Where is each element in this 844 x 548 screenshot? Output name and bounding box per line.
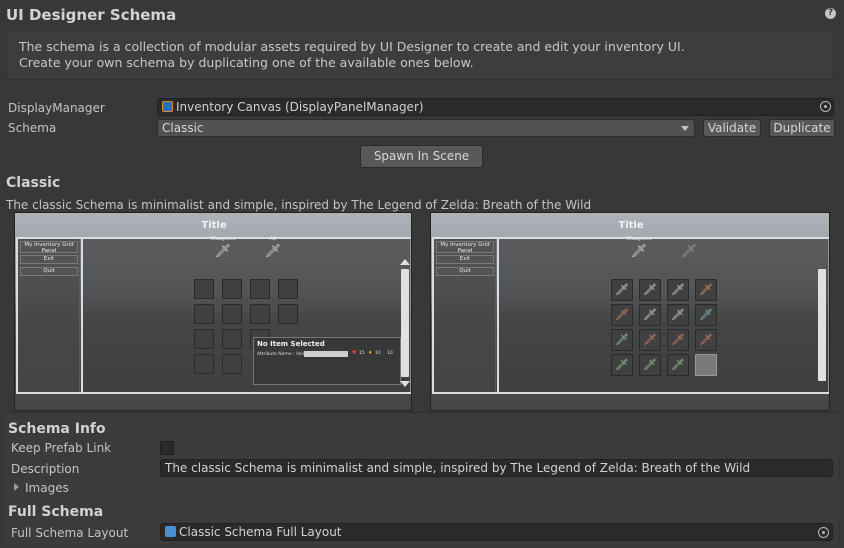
inventory-slot: [194, 279, 214, 299]
prefab-icon: [165, 526, 176, 537]
inventory-slot: 🗡: [667, 279, 689, 301]
inventory-slot: 🗡: [639, 279, 661, 301]
keep-prefab-label: Keep Prefab Link: [11, 441, 112, 455]
preview-tooltip: No Item Selected Attribute Name : Value …: [253, 337, 401, 385]
sword-icon: 🗡: [630, 244, 648, 259]
spawn-in-scene-button[interactable]: Spawn In Scene: [360, 145, 483, 168]
inventory-slot: 🗡: [667, 304, 689, 326]
display-manager-value: Inventory Canvas (DisplayPanelManager): [176, 100, 424, 114]
inventory-slot: 🗡: [695, 279, 717, 301]
full-schema-layout-value: Classic Schema Full Layout: [179, 525, 342, 539]
inventory-slot-selected: [695, 354, 717, 376]
tooltip-bar: [304, 351, 348, 357]
sword-icon: 🗡: [680, 244, 698, 259]
preview-scrollbar: [818, 269, 826, 381]
inventory-slot: [222, 279, 242, 299]
sword-icon: 🗡: [214, 244, 232, 259]
inventory-slot: [194, 304, 214, 324]
description-field[interactable]: The classic Schema is minimalist and sim…: [160, 459, 833, 477]
chevron-right-icon[interactable]: [14, 483, 19, 491]
inventory-slot: 🗡: [639, 354, 661, 376]
keep-prefab-checkbox[interactable]: [160, 441, 174, 455]
preview-menu-item: My Inventory Grid Panel: [436, 241, 494, 254]
inventory-slot: 🗡: [667, 354, 689, 376]
classic-title: Classic: [6, 175, 61, 191]
display-manager-field[interactable]: Inventory Canvas (DisplayPanelManager): [157, 98, 834, 116]
duplicate-button[interactable]: Duplicate: [769, 119, 835, 137]
inventory-slot: [222, 329, 242, 349]
preview-title: Title: [618, 220, 644, 231]
help-icon[interactable]: ?: [825, 8, 836, 19]
canvas-icon: [162, 101, 173, 112]
info-line-1: The schema is a collection of modular as…: [19, 39, 685, 54]
object-picker-icon[interactable]: [818, 527, 829, 538]
inventory-slot: 🗡: [639, 304, 661, 326]
full-schema-layout-label: Full Schema Layout: [11, 526, 129, 540]
preview-menu-item: Exit: [20, 255, 78, 264]
info-line-2: Create your own schema by duplicating on…: [19, 55, 474, 70]
display-manager-label: DisplayManager: [8, 101, 105, 115]
inventory-slot: [194, 329, 214, 349]
preview-menu-item: My Inventory Grid Panel: [20, 241, 78, 254]
shield-icon: ♦: [368, 350, 373, 356]
tooltip-stat: 10: [375, 351, 381, 356]
tooltip-stat: 10: [387, 351, 393, 356]
full-schema-title: Full Schema: [8, 504, 104, 520]
full-schema-layout-field[interactable]: Classic Schema Full Layout: [160, 523, 833, 541]
inventory-slot: [222, 354, 242, 374]
scroll-up-icon: [400, 259, 410, 265]
preview-sidebar: My Inventory Grid Panel Exit Quit: [434, 239, 496, 392]
inventory-slot: 🗡: [611, 279, 633, 301]
preview-menu-item: Quit: [436, 267, 494, 276]
schema-label: Schema: [8, 121, 57, 135]
classic-description: The classic Schema is minimalist and sim…: [6, 198, 592, 212]
preview-title: Title: [201, 220, 227, 231]
inventory-slot: 🗡: [611, 354, 633, 376]
preview-menu-item: Quit: [20, 267, 78, 276]
preview-frame: My Inventory Grid Panel Exit Quit Weapon…: [432, 236, 829, 394]
images-foldout[interactable]: Images: [25, 481, 69, 495]
preview-sidebar: My Inventory Grid Panel Exit Quit: [18, 239, 80, 392]
chevron-down-icon: [681, 126, 689, 131]
preview-menu-item: Exit: [436, 255, 494, 264]
tooltip-title: No Item Selected: [257, 340, 325, 348]
preview-scrollbar: [401, 269, 409, 377]
inventory-slot: 🗡: [611, 329, 633, 351]
inventory-slot: 🗡: [667, 329, 689, 351]
info-box: The schema is a collection of modular as…: [6, 30, 834, 80]
schema-dropdown[interactable]: Classic: [157, 119, 695, 137]
description-label: Description: [11, 462, 80, 476]
preview-tab-label: All: [269, 236, 277, 242]
preview-content: [497, 239, 829, 392]
inventory-slot: 🗡: [639, 329, 661, 351]
sword-icon: 🗡: [264, 244, 282, 259]
inventory-slot: 🗡: [611, 304, 633, 326]
schema-dropdown-value: Classic: [162, 121, 204, 135]
preview-frame: My Inventory Grid Panel Exit Quit Weapon…: [16, 236, 411, 394]
preview-tab-label: Weapons: [210, 236, 236, 242]
preview-image-right: Title My Inventory Grid Panel Exit Quit …: [430, 212, 830, 411]
schema-info-title: Schema Info: [8, 421, 106, 437]
inventory-slot: [278, 279, 298, 299]
heart-icon: ♥: [352, 350, 357, 356]
inventory-slot: 🗡: [695, 304, 717, 326]
inspector-title: UI Designer Schema: [6, 6, 177, 24]
inventory-slot: [194, 354, 214, 374]
inventory-slot: [278, 304, 298, 324]
preview-image-left: Title My Inventory Grid Panel Exit Quit …: [14, 212, 412, 411]
tooltip-stat: 15: [359, 351, 365, 356]
inventory-slot: [222, 304, 242, 324]
preview-tab-label: Weapons: [626, 236, 652, 242]
scroll-down-icon: [400, 381, 410, 387]
inventory-slot: 🗡: [695, 329, 717, 351]
object-picker-icon[interactable]: [820, 101, 831, 112]
validate-button[interactable]: Validate: [703, 119, 761, 137]
tooltip-attribute: Attribute Name : Value: [257, 352, 309, 357]
inventory-slot: [250, 304, 270, 324]
inventory-slot: [250, 279, 270, 299]
